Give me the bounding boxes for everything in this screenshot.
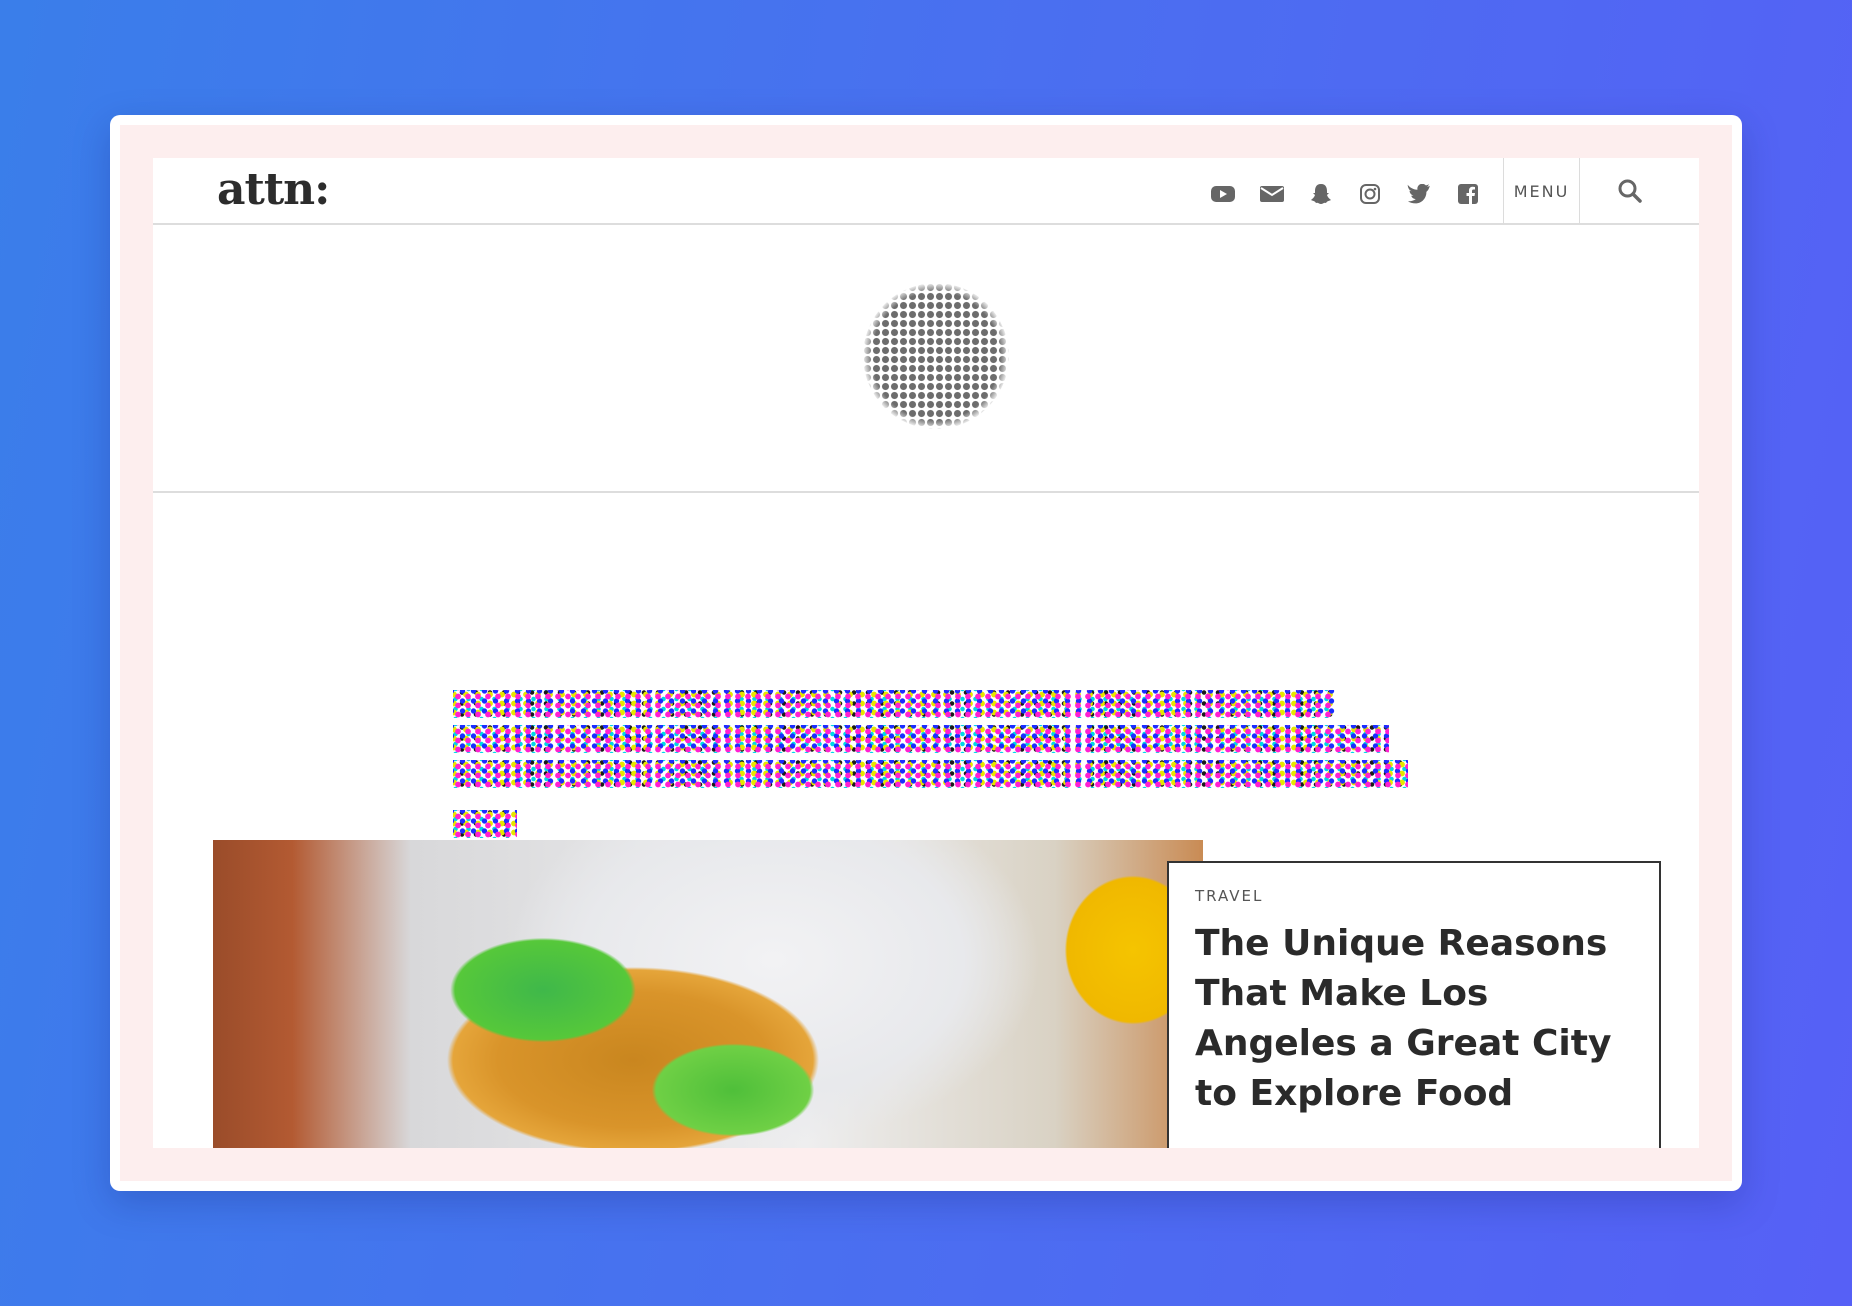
menu-button[interactable]: MENU <box>1503 158 1580 224</box>
facebook-icon[interactable] <box>1443 180 1492 208</box>
hero-banner <box>153 227 1699 493</box>
placeholder-line <box>453 725 1389 753</box>
halftone-logo-graphic <box>863 283 1009 429</box>
instagram-icon[interactable] <box>1345 180 1394 208</box>
feature-article-card[interactable]: TRAVEL The Unique Reasons That Make Los … <box>1167 861 1661 1148</box>
search-icon <box>1618 179 1642 203</box>
article-category[interactable]: TRAVEL <box>1195 887 1633 905</box>
site-logo[interactable]: attn: <box>217 164 330 215</box>
twitter-icon[interactable] <box>1394 180 1443 208</box>
snapchat-icon[interactable] <box>1296 180 1345 208</box>
article-title[interactable]: The Unique Reasons That Make Los Angeles… <box>1195 919 1633 1119</box>
youtube-icon[interactable] <box>1198 180 1247 208</box>
menu-label: MENU <box>1513 181 1570 201</box>
social-links <box>1198 180 1492 208</box>
browser-frame: attn: MENU TRAVEL The Unique Reasons Tha… <box>110 115 1742 1191</box>
placeholder-line <box>453 690 1335 718</box>
placeholder-line <box>453 760 1408 788</box>
email-icon[interactable] <box>1247 180 1296 208</box>
web-page: attn: MENU TRAVEL The Unique Reasons Tha… <box>153 158 1699 1148</box>
placeholder-line <box>453 810 517 838</box>
frame-inner: attn: MENU TRAVEL The Unique Reasons Tha… <box>120 125 1732 1181</box>
feature-image-tacos[interactable] <box>213 840 1203 1148</box>
site-header: attn: MENU <box>153 158 1699 225</box>
search-button[interactable] <box>1580 158 1680 224</box>
